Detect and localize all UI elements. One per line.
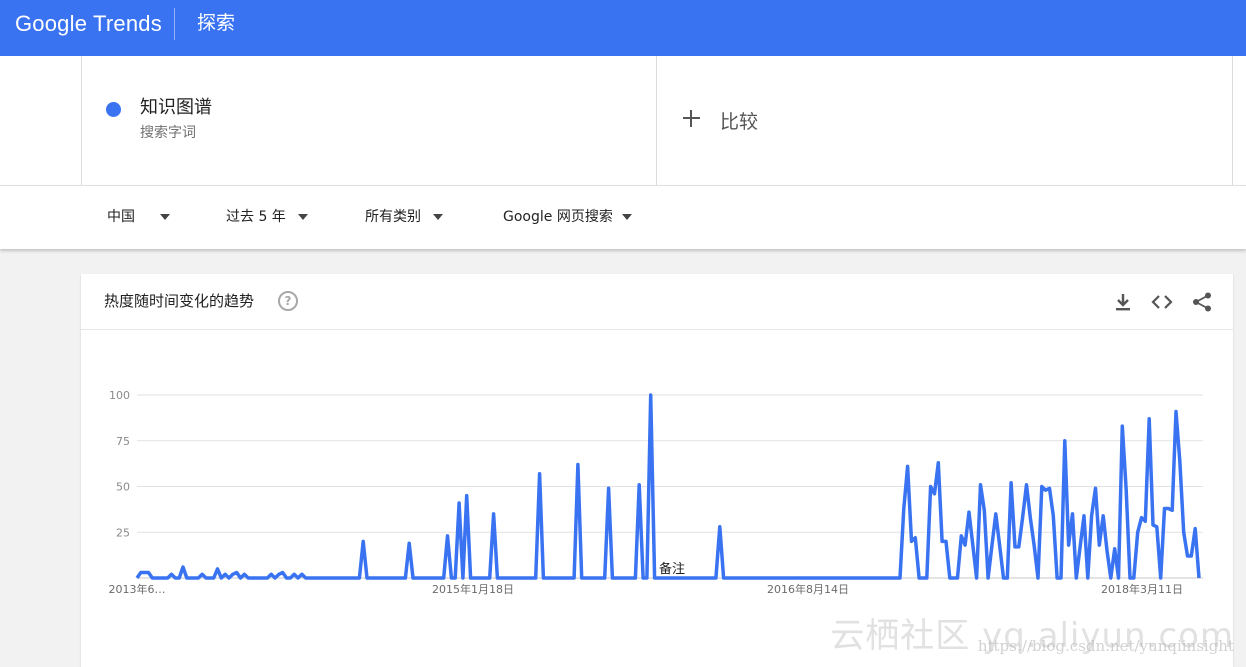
plus-icon <box>683 110 700 127</box>
term-type: 搜索字词 <box>140 125 196 141</box>
x-tick-label: 2016年8月14日 <box>767 582 849 596</box>
x-tick-label: 2015年1月18日 <box>432 582 514 596</box>
category-filter[interactable]: 所有类别 <box>365 207 443 227</box>
explore-title: 探索 <box>197 12 236 34</box>
header-divider <box>174 8 175 40</box>
x-tick-label: 2013年6… <box>109 582 166 596</box>
top-bar: Google Trends 探索 <box>0 0 1246 56</box>
y-tick-label: 50 <box>116 481 130 494</box>
chevron-down-icon <box>621 214 632 220</box>
term-name[interactable]: 知识图谱 <box>140 96 212 120</box>
y-tick-label: 25 <box>116 526 130 539</box>
category-filter-label: 所有类别 <box>365 209 421 225</box>
x-tick-label: 2018年3月11日 <box>1101 582 1183 596</box>
search-type-filter-label: Google 网页搜索 <box>503 209 613 225</box>
y-tick-label: 100 <box>109 389 130 402</box>
search-type-filter[interactable]: Google 网页搜索 <box>503 207 632 227</box>
filter-bar: 中国 过去 5 年 所有类别 Google 网页搜索 <box>0 185 1246 249</box>
compare-label: 比较 <box>720 111 759 133</box>
time-filter[interactable]: 过去 5 年 <box>226 207 308 227</box>
annotation-label[interactable]: 备注 <box>659 561 685 577</box>
chevron-down-icon <box>433 214 443 220</box>
compare-button[interactable]: 比较 <box>657 56 1233 185</box>
region-filter[interactable]: 中国 <box>107 207 170 227</box>
time-filter-label: 过去 5 年 <box>226 209 286 225</box>
watermark-url: https://blog.csdn.net/yunqiinsight <box>977 637 1234 655</box>
term-row: 知识图谱 搜索字词 比较 <box>0 56 1246 185</box>
region-filter-label: 中国 <box>107 209 135 225</box>
chevron-down-icon <box>297 214 308 220</box>
search-term-card[interactable]: 知识图谱 搜索字词 <box>81 56 657 185</box>
google-trends-logo[interactable]: Google Trends <box>15 10 162 38</box>
y-tick-label: 75 <box>116 435 130 448</box>
chevron-down-icon <box>160 214 170 220</box>
term-color-dot <box>106 102 121 117</box>
